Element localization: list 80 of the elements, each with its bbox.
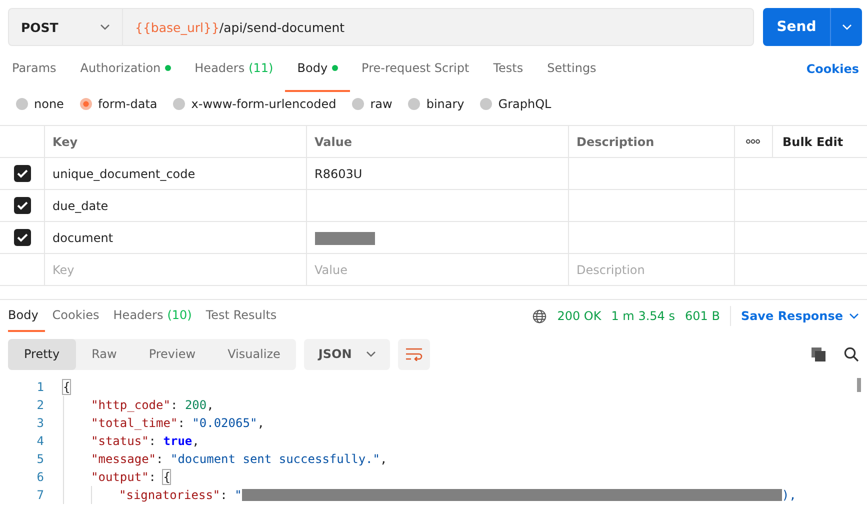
code-token: : bbox=[178, 416, 186, 430]
request-tab[interactable]: Authorization bbox=[68, 46, 183, 92]
view-mode-tab[interactable]: Pretty bbox=[8, 338, 76, 370]
code-token: : bbox=[170, 398, 179, 412]
column-header: Description bbox=[568, 126, 734, 158]
code-token: , bbox=[257, 416, 264, 430]
code-token: { bbox=[163, 470, 170, 484]
code-token: 200 bbox=[184, 398, 207, 412]
code-token: "signatoriess" bbox=[119, 488, 220, 502]
value-cell: R8603U bbox=[314, 166, 362, 180]
body-type-radio[interactable]: binary bbox=[408, 97, 464, 111]
line-number: 4 bbox=[36, 434, 45, 448]
code-token: { bbox=[63, 380, 70, 394]
wrap-lines-button[interactable] bbox=[398, 338, 430, 370]
view-mode-tab[interactable]: Preview bbox=[132, 338, 212, 370]
search-icon bbox=[844, 346, 859, 362]
request-tab[interactable]: Settings bbox=[535, 46, 608, 92]
response-tab[interactable]: Cookies bbox=[45, 300, 106, 332]
request-tab[interactable]: Headers (11) bbox=[182, 46, 286, 92]
more-icon bbox=[746, 139, 760, 144]
body-type-radio[interactable]: x-www-form-urlencoded bbox=[173, 97, 336, 111]
code-token: "http_code" bbox=[91, 398, 170, 412]
globe-icon bbox=[532, 308, 548, 324]
body-type-radio[interactable]: form-data bbox=[80, 97, 158, 111]
copy-button[interactable] bbox=[811, 346, 826, 362]
key-cell: document bbox=[44, 222, 306, 254]
view-mode-tab[interactable]: Visualize bbox=[212, 338, 296, 370]
save-response-button[interactable]: Save Response bbox=[740, 309, 859, 323]
request-tab[interactable]: Body bbox=[285, 46, 350, 92]
key-cell: unique_document_code bbox=[44, 158, 306, 190]
copy-icon bbox=[811, 346, 826, 362]
time-text: 1 m 3.54 s bbox=[611, 309, 675, 323]
view-mode-tab[interactable]: Raw bbox=[76, 338, 133, 370]
code-token: : bbox=[148, 434, 158, 448]
code-token: ), bbox=[782, 488, 796, 502]
column-header: Key bbox=[44, 126, 306, 158]
code-token: , bbox=[206, 398, 214, 412]
body-type-radio[interactable]: raw bbox=[352, 97, 392, 111]
request-tab[interactable]: Tests bbox=[481, 46, 536, 92]
code-token: "document sent successfully." bbox=[170, 452, 380, 466]
response-tab[interactable]: Headers (10) bbox=[106, 300, 199, 332]
body-type-radio[interactable]: GraphQL bbox=[480, 97, 552, 111]
code-token: , bbox=[192, 434, 200, 448]
wrap-icon bbox=[404, 347, 423, 361]
code-token: : bbox=[148, 470, 158, 484]
search-button[interactable] bbox=[844, 346, 859, 362]
checkbox[interactable] bbox=[14, 165, 31, 182]
response-tab[interactable]: Body bbox=[8, 300, 46, 332]
column-header: Value bbox=[306, 126, 568, 158]
request-tab[interactable]: Pre-request Script bbox=[350, 46, 482, 92]
body-type-radio[interactable]: none bbox=[16, 97, 64, 111]
line-number: 7 bbox=[36, 488, 45, 502]
code-token: "0.02065" bbox=[192, 416, 258, 430]
chevron-down-icon bbox=[366, 351, 376, 357]
line-number: 6 bbox=[36, 470, 45, 484]
line-number: 2 bbox=[36, 398, 45, 412]
code-token: " bbox=[234, 488, 242, 502]
more-button[interactable] bbox=[746, 139, 760, 144]
request-tab[interactable]: Params bbox=[12, 46, 68, 92]
checkbox[interactable] bbox=[14, 197, 31, 214]
format-dropdown[interactable]: JSON bbox=[304, 338, 390, 370]
size-text: 601 B bbox=[684, 309, 720, 323]
cookies-link[interactable]: Cookies bbox=[806, 62, 859, 76]
code-token: true bbox=[163, 434, 192, 448]
code-token: : bbox=[220, 488, 228, 502]
code-token: , bbox=[380, 452, 388, 466]
checkbox[interactable] bbox=[14, 229, 31, 246]
line-number: 1 bbox=[36, 380, 45, 394]
line-number: 5 bbox=[36, 452, 45, 466]
code-token: "total_time" bbox=[91, 416, 178, 430]
key-cell: due_date bbox=[44, 190, 306, 222]
code-token: "output" bbox=[91, 470, 149, 484]
code-token: : bbox=[156, 452, 164, 466]
code-token: "status" bbox=[91, 434, 149, 448]
chevron-down-icon bbox=[842, 24, 852, 30]
code-token: "message" bbox=[91, 452, 156, 466]
line-number: 3 bbox=[36, 416, 45, 430]
status-text: 200 OK bbox=[557, 309, 602, 323]
response-tab[interactable]: Test Results bbox=[198, 300, 284, 332]
chevron-down-icon bbox=[849, 313, 859, 319]
